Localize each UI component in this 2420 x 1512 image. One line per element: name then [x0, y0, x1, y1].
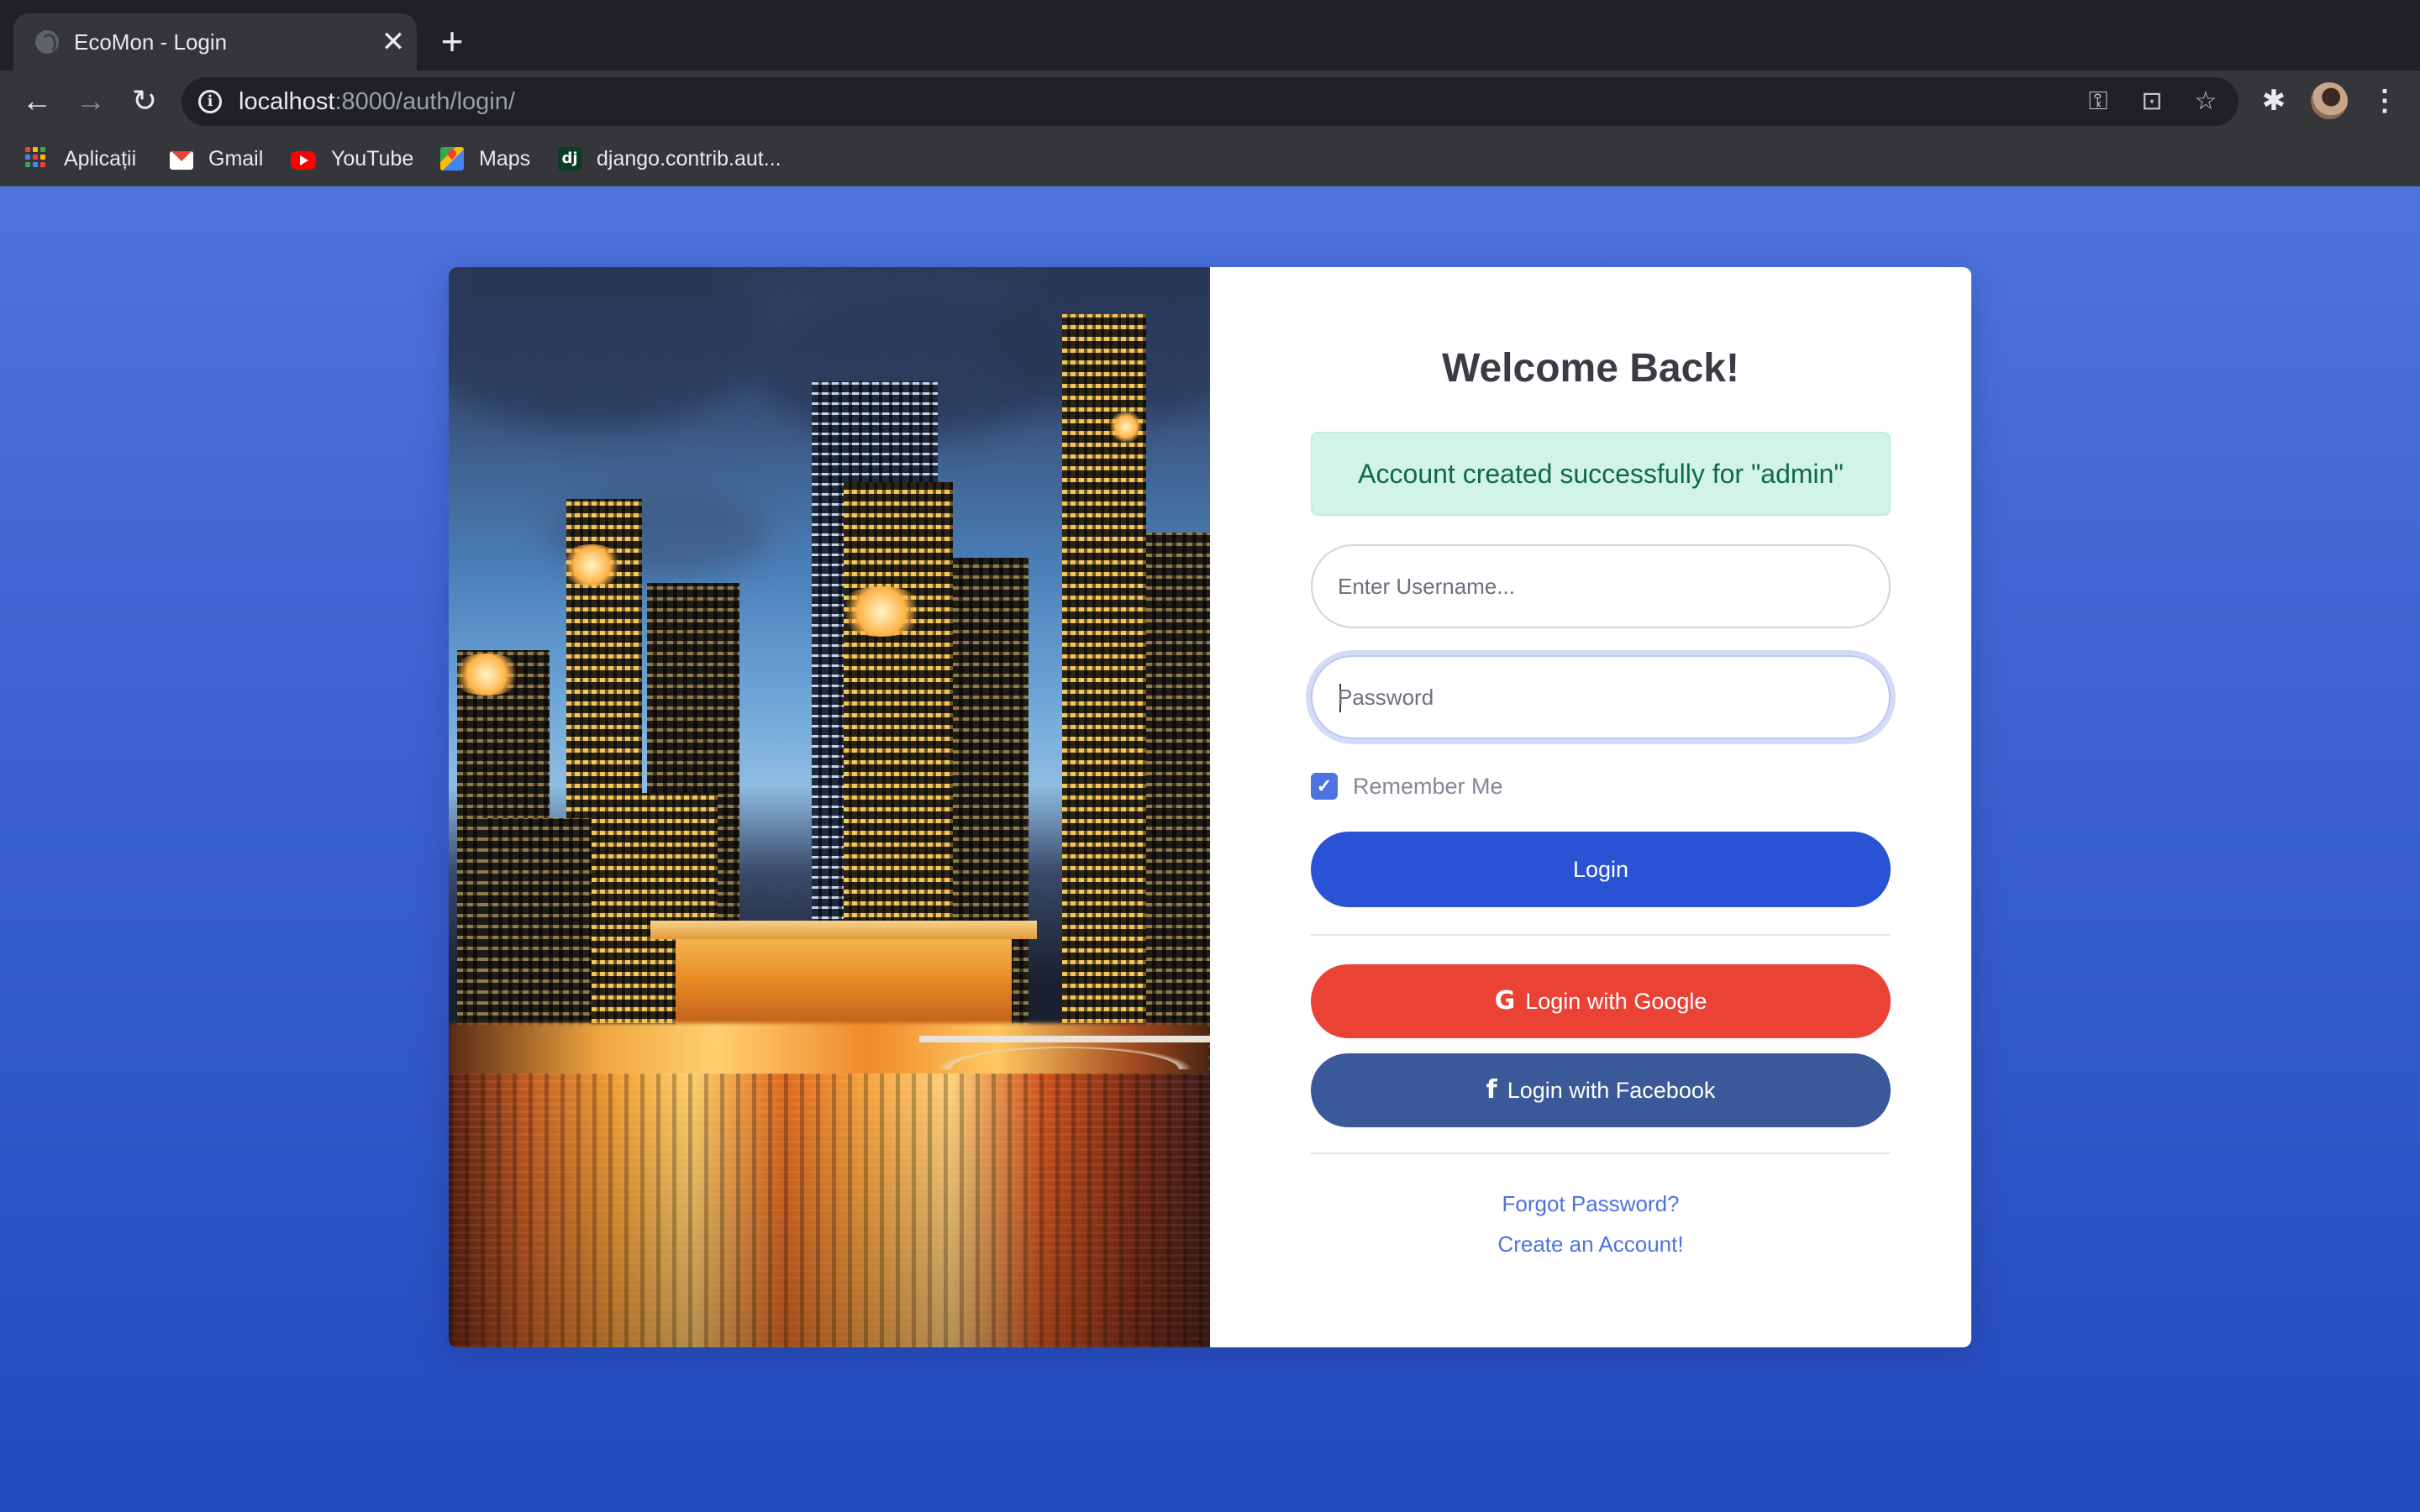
bookmark-label: Maps: [479, 146, 531, 171]
url-host: localhost: [239, 88, 335, 115]
cloud: [449, 267, 768, 427]
bookmark-label: django.contrib.aut...: [597, 146, 781, 171]
translate-icon[interactable]: ⊡: [2136, 86, 2168, 118]
reload-button[interactable]: ↻: [124, 81, 165, 121]
roof-light: [835, 586, 928, 637]
forgot-password-link[interactable]: Forgot Password?: [1210, 1189, 1971, 1218]
bookmark-maps[interactable]: Maps: [440, 143, 530, 175]
facebook-login-button[interactable]: f Login with Facebook: [1311, 1053, 1891, 1127]
back-button[interactable]: ←: [17, 81, 57, 121]
bookmark-label: Aplicații: [64, 146, 137, 171]
google-button-label: Login with Google: [1525, 989, 1707, 1014]
password-field[interactable]: [1311, 655, 1891, 739]
youtube-icon: [291, 150, 316, 170]
facebook-icon: f: [1486, 1075, 1497, 1105]
star-icon[interactable]: ☆: [2190, 86, 2222, 118]
login-card: Welcome Back! Account created successful…: [449, 267, 1971, 1347]
roof-light: [1109, 410, 1143, 444]
url-text[interactable]: localhost:8000/auth/login/: [239, 87, 515, 116]
key-icon[interactable]: ⚿: [2082, 86, 2114, 118]
bookmarks-bar: Aplicații Gmail YouTube Maps dj django.c…: [0, 131, 2420, 186]
bookmark-gmail[interactable]: Gmail: [170, 143, 263, 175]
create-account-link[interactable]: Create an Account!: [1210, 1230, 1971, 1258]
facebook-button-label: Login with Facebook: [1507, 1078, 1716, 1103]
divider: [1311, 934, 1891, 936]
bookmark-label: YouTube: [331, 146, 414, 171]
username-field[interactable]: [1311, 544, 1891, 628]
address-bar[interactable]: i localhost:8000/auth/login/ ⚿ ⊡ ☆: [182, 77, 2238, 126]
forward-button[interactable]: →: [71, 81, 111, 121]
success-alert: Account created successfully for "admin": [1311, 432, 1891, 516]
remember-label: Remember Me: [1353, 773, 1503, 799]
menu-dots-icon[interactable]: ⋮: [2365, 81, 2405, 121]
tab-strip: EcoMon - Login ✕ +: [0, 0, 2420, 71]
building: [1146, 533, 1210, 1070]
globe-icon: [35, 30, 59, 54]
water-reflection: [449, 1074, 1210, 1347]
login-form: Welcome Back! Account created successful…: [1210, 267, 1971, 1347]
apps-grid-icon: [25, 147, 49, 171]
info-icon[interactable]: i: [198, 90, 222, 113]
roof-light: [449, 654, 524, 696]
maps-icon: [440, 147, 464, 171]
bookmark-label: Gmail: [208, 146, 264, 171]
profile-avatar[interactable]: [2311, 82, 2348, 119]
browser-tab[interactable]: EcoMon - Login ✕: [13, 13, 417, 71]
remember-checkbox[interactable]: ✓: [1311, 773, 1338, 800]
bookmark-apps[interactable]: Aplicații: [25, 143, 136, 175]
login-button[interactable]: Login: [1311, 832, 1891, 907]
google-login-button[interactable]: G Login with Google: [1311, 964, 1891, 1038]
bookmark-django[interactable]: dj django.contrib.aut...: [558, 143, 781, 175]
tab-title: EcoMon - Login: [74, 29, 228, 55]
bookmark-youtube[interactable]: YouTube: [291, 143, 413, 175]
browser-toolbar: ← → ↻ i localhost:8000/auth/login/ ⚿ ⊡ ☆…: [0, 71, 2420, 131]
divider: [1311, 1152, 1891, 1154]
password-input[interactable]: [1338, 657, 1859, 738]
gmail-icon: [170, 150, 193, 170]
new-tab-button[interactable]: +: [432, 22, 472, 62]
google-icon: G: [1494, 986, 1516, 1016]
bridge: [919, 1036, 1210, 1069]
username-input[interactable]: [1338, 546, 1859, 627]
page-background: Welcome Back! Account created successful…: [0, 186, 2420, 1512]
city-skyline-image: [449, 267, 1210, 1347]
page-title: Welcome Back!: [1442, 346, 1739, 391]
url-path: :8000/auth/login/: [334, 88, 515, 115]
close-icon[interactable]: ✕: [376, 25, 410, 59]
roof-light: [558, 544, 625, 586]
django-icon: dj: [558, 147, 581, 171]
extensions-puzzle-icon[interactable]: ✱: [2254, 81, 2294, 121]
remember-me[interactable]: ✓ Remember Me: [1311, 771, 1503, 801]
